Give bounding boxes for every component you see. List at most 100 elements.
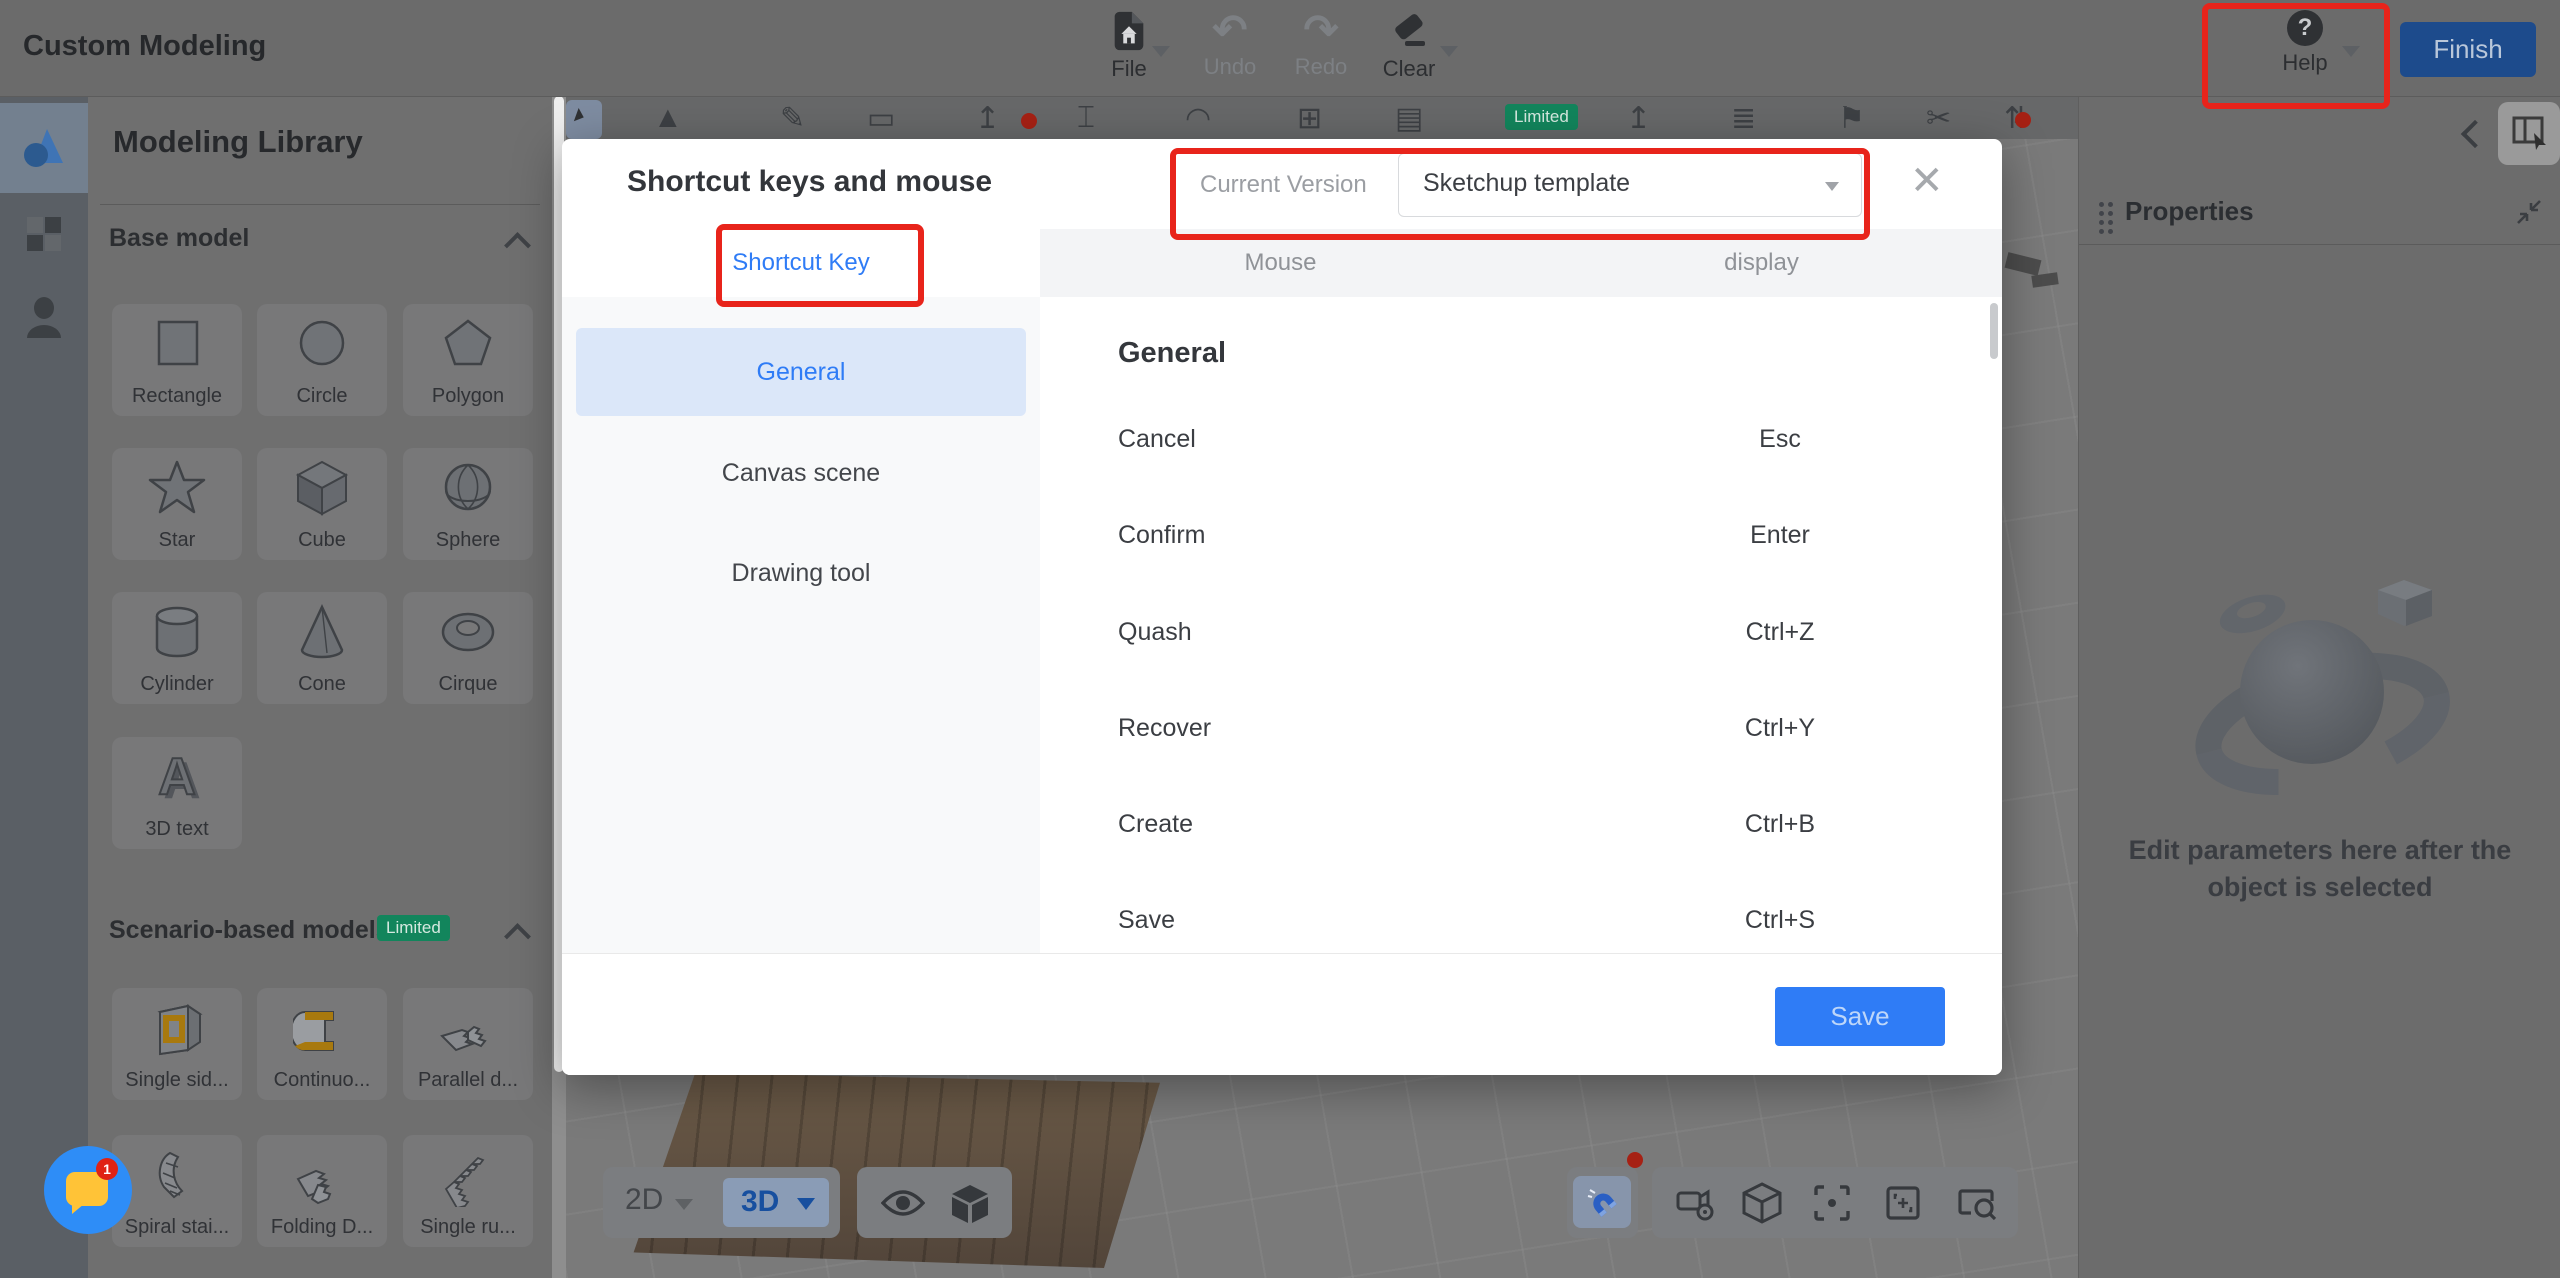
tool-strip: ▲ ✎ ▭ ↥ ⌶ ◠ ⊞ ▤ ◔ ↥ ≣ ⚑ ✂ ⇅ Limited [566,96,2078,139]
mode-2d-caret-icon[interactable] [675,1199,693,1210]
panel-layout-icon [2512,116,2546,150]
tile-single-run[interactable]: Single ru... [403,1135,533,1247]
eye-icon[interactable] [881,1189,925,1217]
partial-tool-icon[interactable]: ⚑ [1838,101,1865,136]
redo-icon: ↷ [1303,6,1339,53]
3d-text-icon: A [157,747,197,807]
parallel-stairs-icon [440,1025,487,1052]
camera-settings-icon[interactable] [1676,1185,1716,1221]
collapse-inward-icon[interactable] [2515,198,2543,226]
collapse-panel-chevron-icon[interactable] [2460,119,2490,149]
undo-button[interactable]: ↶ Undo [1185,9,1275,80]
focus-center-icon[interactable] [1814,1185,1850,1221]
partial-tool-icon[interactable]: ↥ [1626,101,1651,136]
mode-3d-button[interactable]: 3D [723,1178,829,1227]
modeling-library-panel: Modeling Library Base model Rectangle Ci… [88,96,552,1278]
redo-button[interactable]: ↷ Redo [1276,9,1366,80]
support-chat-button[interactable]: 1 [44,1146,132,1234]
modal-side-nav: General Canvas scene Drawing tool [562,297,1040,953]
partial-tool-icon[interactable]: ↥ [975,101,1000,136]
rail-item-materials[interactable] [0,208,88,268]
view-mode-pill: 2D 3D [603,1167,840,1238]
star-icon [148,460,206,514]
cube-icon [295,460,349,516]
shortcut-action: Create [1118,810,1194,838]
undo-label: Undo [1203,54,1257,79]
tile-cone[interactable]: Cone [257,592,387,704]
partial-tool-icon[interactable]: ▤ [1395,101,1423,136]
zoom-region-icon[interactable] [1957,1187,1997,1221]
mode-2d-button[interactable]: 2D [625,1183,663,1217]
partial-tool-icon[interactable]: ✂ [1926,101,1951,136]
nav-item-general[interactable]: General [576,328,1026,416]
collapse-base-chevron-icon[interactable] [504,232,531,259]
partial-tool-icon[interactable]: ▭ [867,101,895,136]
tile-polygon[interactable]: Polygon [403,304,533,416]
shortcut-action: Save [1118,906,1175,934]
tile-single-sided[interactable]: Single sid... [112,988,242,1100]
solid-cube-icon[interactable] [949,1183,991,1225]
shortcut-key: Esc [1759,425,1801,453]
modeling-shapes-icon [24,129,63,167]
clear-label: Clear [1382,56,1436,81]
rail-item-account[interactable] [0,288,88,354]
divider [100,204,540,205]
eraser-icon [1395,14,1425,46]
shortcut-action: Confirm [1118,521,1206,549]
close-button[interactable]: ✕ [1910,161,1944,201]
rail-item-modeling-active[interactable] [0,103,88,193]
file-label: File [1111,56,1147,81]
notification-dot [1627,1152,1643,1168]
shortcut-key: Enter [1750,521,1810,549]
shortcut-key: Ctrl+Y [1744,714,1816,742]
tile-star[interactable]: Star [112,448,242,560]
clear-caret-icon[interactable] [1440,46,1458,57]
tile-rectangle[interactable]: Rectangle [112,304,242,416]
modal-scrollbar-thumb[interactable] [1990,303,1998,359]
base-model-section-title: Base model [109,224,250,252]
tile-parallel[interactable]: Parallel d... [403,988,533,1100]
tile-3d-text[interactable]: A 3D text [112,737,242,849]
tile-cylinder[interactable]: Cylinder [112,592,242,704]
page-title: Custom Modeling [23,30,267,62]
wireframe-cube-icon[interactable] [1742,1182,1782,1224]
properties-title: Properties [2125,196,2254,226]
add-frame-icon[interactable] [1885,1185,1921,1221]
partial-tool-icon[interactable]: ▲ [653,101,683,135]
person-icon [27,297,61,338]
panel-layout-button[interactable] [2498,102,2560,165]
partial-tool-icon[interactable]: ⊞ [1297,101,1322,136]
cylinder-icon [155,606,199,658]
single-sided-model-icon [157,1004,203,1056]
file-caret-icon[interactable] [1152,46,1170,57]
partial-tool-icon[interactable]: ◠ [1185,101,1211,136]
partial-tool-icon[interactable]: ⌶ [1077,101,1095,135]
circle-icon [299,320,345,366]
tile-cirque[interactable]: Cirque [403,592,533,704]
scenario-section-title: Scenario-based models [109,916,390,944]
mode-3d-label: 3D [741,1185,780,1218]
notification-dot [1021,113,1037,129]
tile-continuous[interactable]: Continuo... [257,988,387,1100]
tile-sphere[interactable]: Sphere [403,448,533,560]
modal-save-button[interactable]: Save [1775,987,1945,1046]
shortcut-action: Quash [1118,618,1192,646]
properties-panel: Properties Edit parameters here after th… [2078,96,2560,1278]
select-tool-active[interactable] [566,100,602,139]
nav-item-drawing-tool[interactable]: Drawing tool [576,529,1026,617]
partial-tool-icon[interactable]: ✎ [780,101,805,136]
file-icon [1114,11,1144,51]
limited-badge-toolbar: Limited [1505,104,1578,130]
drag-handle-dots[interactable] [2099,202,2113,234]
partial-tool-icon[interactable]: ≣ [1731,101,1756,136]
undo-icon: ↶ [1212,6,1248,53]
finish-button[interactable]: Finish [2400,22,2536,77]
tile-cube[interactable]: Cube [257,448,387,560]
collapse-scenario-chevron-icon[interactable] [504,923,531,950]
magnet-toggle-active[interactable] [1573,1176,1631,1228]
polygon-icon [444,319,492,366]
tile-folding[interactable]: Folding D... [257,1135,387,1247]
shortcut-key: Ctrl+B [1744,810,1816,838]
nav-item-canvas-scene[interactable]: Canvas scene [576,429,1026,517]
tile-circle[interactable]: Circle [257,304,387,416]
